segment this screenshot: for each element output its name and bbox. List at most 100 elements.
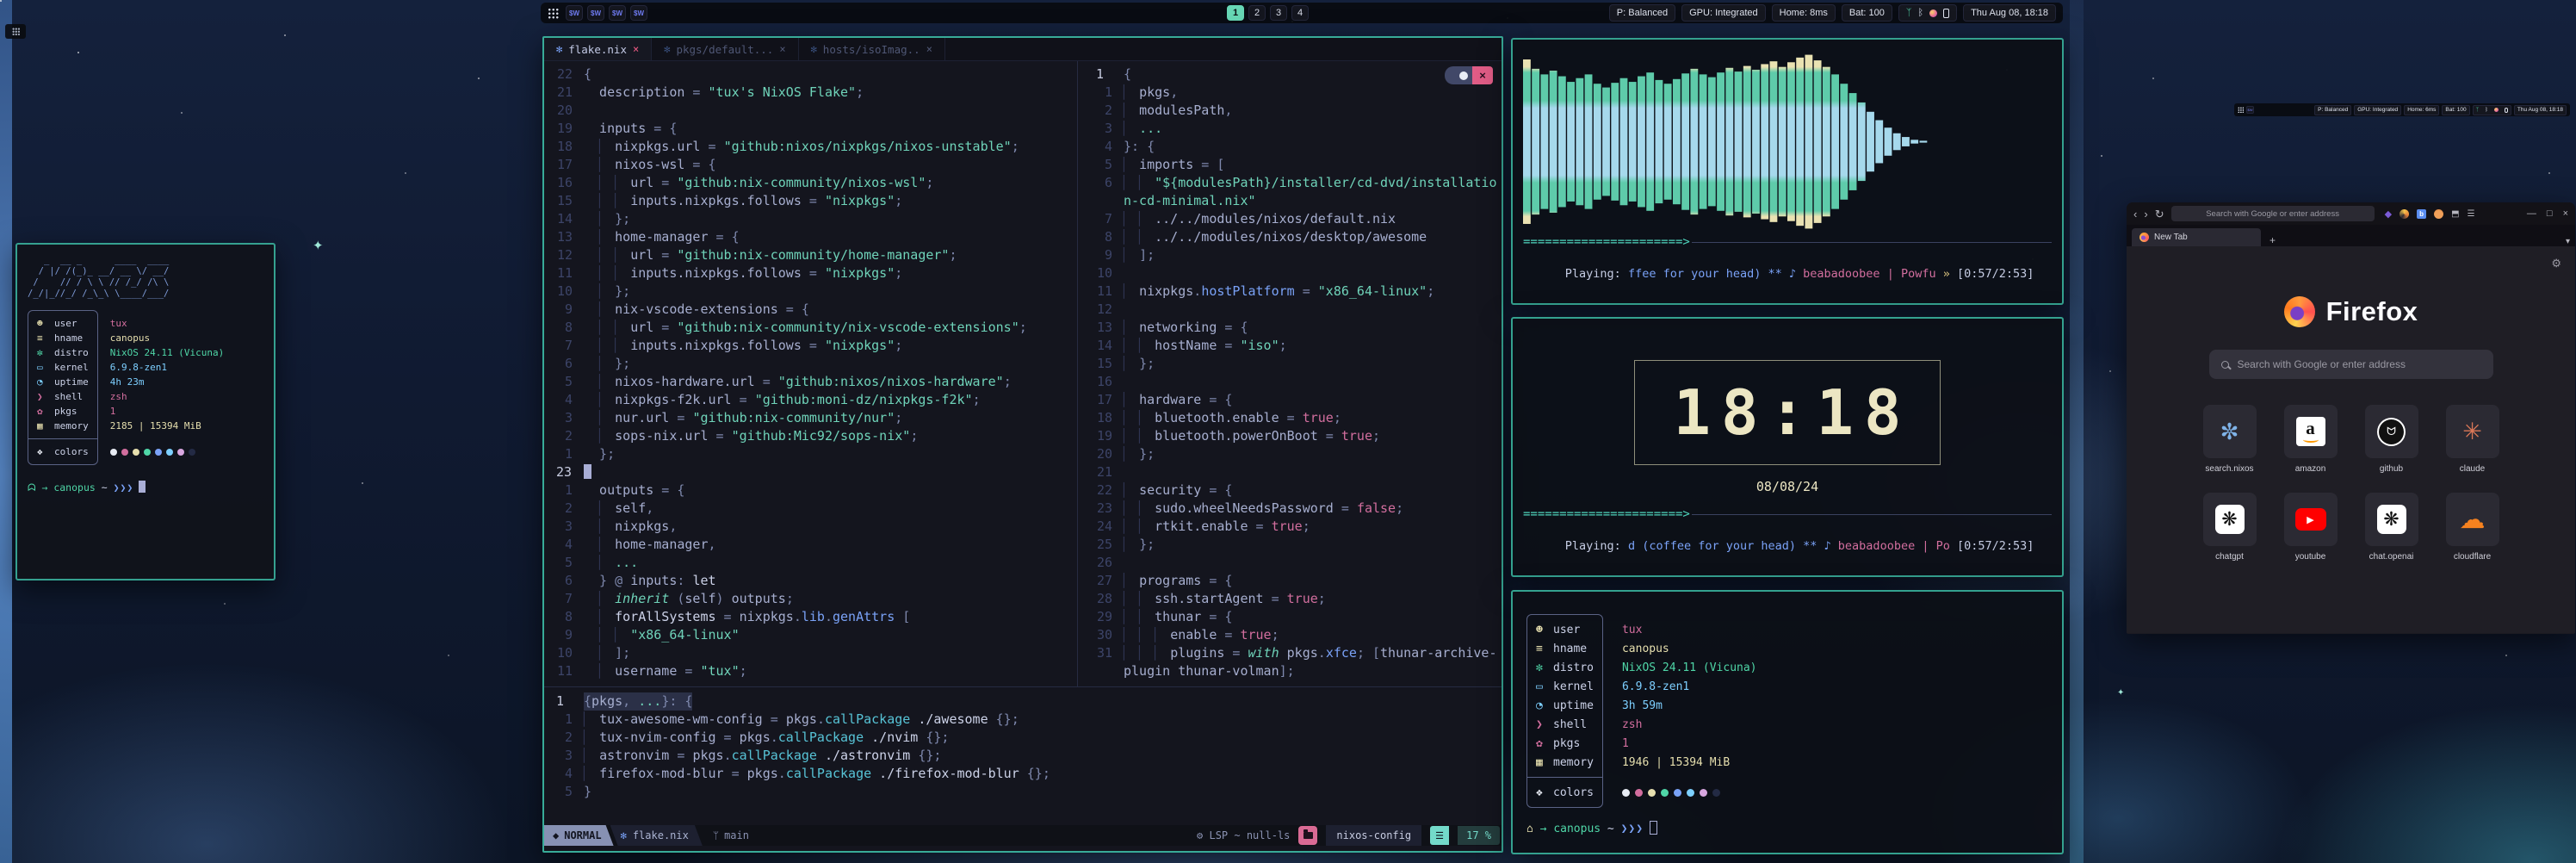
palette-dot bbox=[1712, 789, 1720, 797]
search-bar[interactable]: Search with Google or enter address bbox=[2209, 350, 2493, 379]
shortcut-tile-search.nixos[interactable]: ✼search.nixos bbox=[2203, 405, 2257, 474]
tile-box[interactable]: ✼ bbox=[2203, 405, 2257, 458]
tile-box[interactable]: ❋ bbox=[2203, 493, 2257, 546]
left-terminal-window[interactable]: _ __ _ ____ ____ / |/ /(_)_ __/ __ \/ __… bbox=[15, 243, 276, 581]
tile-label: chatgpt bbox=[2203, 552, 2257, 562]
tabby-cat-icon[interactable] bbox=[2434, 209, 2443, 219]
fastfetch-window[interactable]: ☻user≡hname✼distro▭kernel◔uptime❯shell✿p… bbox=[1511, 590, 2064, 854]
extension-swirl-icon[interactable] bbox=[2400, 209, 2409, 219]
taskbar-window-button[interactable]: $W bbox=[566, 5, 583, 21]
line-number: 12 bbox=[544, 246, 584, 264]
back-button[interactable]: ‹ bbox=[2133, 208, 2137, 220]
tab-new-tab[interactable]: New Tab bbox=[2132, 228, 2261, 246]
music-visualizer-window[interactable]: ======================> Playing: ffee fo… bbox=[1511, 38, 2064, 305]
workspace-button-1[interactable]: 1 bbox=[1227, 5, 1244, 21]
network-icon[interactable]: ᛉ bbox=[1906, 7, 1912, 19]
code-text: { bbox=[1124, 65, 1131, 84]
workspace-button-2[interactable]: 2 bbox=[1248, 5, 1266, 21]
menu-icon[interactable]: ☰ bbox=[2468, 209, 2475, 219]
maximize-button[interactable]: □ bbox=[2547, 208, 2553, 219]
shell-prompt[interactable]: ᗣ → canopus ~ ❯❯❯ bbox=[28, 481, 263, 494]
shortcut-tile-claude[interactable]: ✳claude bbox=[2446, 405, 2499, 474]
shortcut-tile-cloudflare[interactable]: ☁cloudflare bbox=[2446, 493, 2499, 562]
tile-box[interactable]: ❋ bbox=[2365, 493, 2418, 546]
close-tab-icon[interactable]: × bbox=[779, 43, 785, 55]
firefox-window[interactable]: ‹ › ↻ Search with Google or enter addres… bbox=[2127, 202, 2575, 634]
taskbar-window-button[interactable]: $W bbox=[609, 5, 626, 21]
tile-box[interactable]: ✳ bbox=[2446, 405, 2499, 458]
tile-label: amazon bbox=[2284, 464, 2338, 474]
clock-chip[interactable]: Thu Aug 08, 18:18 bbox=[1963, 4, 2056, 22]
extension-gem-icon[interactable]: ◆ bbox=[2385, 208, 2392, 220]
editor-pane-flake[interactable]: 22{21 description = "tux's NixOS Flake";… bbox=[544, 65, 1076, 680]
system-tray[interactable]: ᛉ ᛒ bbox=[1898, 4, 1957, 22]
code-line: 4}: { bbox=[1084, 138, 1502, 156]
shortcut-tile-chatgpt[interactable]: ❋ chatgpt bbox=[2203, 493, 2257, 562]
taskbar-window-button[interactable]: $W bbox=[2246, 106, 2254, 114]
app-grid-icon[interactable] bbox=[548, 8, 559, 19]
code-text: ▏ ▏ sudo.wheelNeedsPassword = false; bbox=[1124, 500, 1403, 518]
bitwarden-icon[interactable]: b bbox=[2417, 209, 2426, 219]
shortcut-tile-chat.openai[interactable]: ❋chat.openai bbox=[2365, 493, 2418, 562]
phone-icon[interactable] bbox=[1943, 9, 1949, 18]
taskbar-window-button[interactable]: $W bbox=[587, 5, 604, 21]
line-number: 8 bbox=[544, 319, 584, 337]
app-grid-icon[interactable] bbox=[2238, 107, 2244, 113]
code-text: ▏ ▏ url = "github:nix-community/nixos-ws… bbox=[584, 174, 933, 192]
tile-box[interactable]: ᗢ bbox=[2365, 405, 2418, 458]
extension-icon[interactable]: ⬒ bbox=[2451, 209, 2459, 219]
shortcut-tile-youtube[interactable]: ▶youtube bbox=[2284, 493, 2338, 562]
gear-icon[interactable]: ⚙ bbox=[2551, 257, 2561, 270]
tile-box[interactable]: ▶ bbox=[2284, 493, 2338, 546]
shell-icon: ❯ bbox=[37, 391, 54, 402]
tab-list-chevron-icon[interactable]: ▾ bbox=[2566, 237, 2570, 246]
reload-button[interactable]: ↻ bbox=[2155, 208, 2164, 220]
clock-window[interactable]: 18:18 08/08/24 ======================> P… bbox=[1511, 317, 2064, 577]
shell-prompt[interactable]: ⌂ → canopus ~ ❯❯❯ bbox=[1526, 821, 2048, 835]
bluetooth-icon[interactable]: ᛒ bbox=[1917, 7, 1923, 19]
editor-tab[interactable]: ✻hosts/isoImag..× bbox=[799, 38, 945, 60]
tile-box[interactable]: a bbox=[2284, 405, 2338, 458]
branch-icon: ᛘ bbox=[713, 829, 719, 841]
amazon-icon: a bbox=[2296, 417, 2325, 446]
pane-separator-vertical[interactable] bbox=[1077, 61, 1078, 687]
clock-time: 18:18 bbox=[1663, 382, 1912, 444]
close-tab-icon[interactable]: × bbox=[633, 43, 639, 55]
code-text: ▏ nixpkgs.url = "github:nixos/nixpkgs/ni… bbox=[584, 138, 1019, 156]
url-bar[interactable]: Search with Google or enter address bbox=[2171, 206, 2375, 221]
line-number: 27 bbox=[1084, 572, 1124, 590]
minimize-button[interactable]: — bbox=[2527, 208, 2536, 219]
colorwheel-icon[interactable] bbox=[1929, 9, 1937, 17]
forward-button[interactable]: › bbox=[2144, 208, 2147, 220]
shortcut-tile-amazon[interactable]: a amazon bbox=[2284, 405, 2338, 474]
fetch-row: ❖colors bbox=[37, 444, 89, 459]
code-line: 18▏ ▏ bluetooth.enable = true; bbox=[1084, 409, 1502, 427]
pane-separator-horizontal[interactable] bbox=[544, 686, 1502, 687]
editor-tab[interactable]: ✻flake.nix× bbox=[544, 38, 652, 60]
code-text: {pkgs, ...}: { bbox=[584, 692, 692, 711]
nix-icon: ✻ bbox=[811, 43, 817, 55]
code-line: 6▏ ▏ "${modulesPath}/installer/cd-dvd/in… bbox=[1084, 174, 1502, 192]
editor-pane-pkgs[interactable]: 1{pkgs, ...}: {1▏ tux-awesome-wm-config … bbox=[544, 692, 1502, 801]
editor-window[interactable]: ✻flake.nix×✻pkgs/default...×✻hosts/isoIm… bbox=[542, 36, 1503, 853]
memory-icon: ▦ bbox=[37, 420, 54, 432]
new-tab-button[interactable]: + bbox=[2269, 234, 2276, 246]
workspace-button-3[interactable]: 3 bbox=[1270, 5, 1287, 21]
workspace-button-4[interactable]: 4 bbox=[1291, 5, 1309, 21]
uptime-icon: ◔ bbox=[37, 376, 54, 388]
code-line: 4▏ firefox-mod-blur = pkgs.callPackage .… bbox=[544, 765, 1502, 783]
fetch-value: canopus bbox=[110, 331, 224, 345]
system-tray[interactable]: ᛉ ᛒ bbox=[2473, 105, 2511, 115]
status-chip: Bat: 100 bbox=[1842, 4, 1892, 22]
close-button[interactable]: × bbox=[2563, 208, 2568, 219]
taskbar-window-button[interactable]: $W bbox=[630, 5, 647, 21]
close-pane-button[interactable]: × bbox=[1472, 66, 1493, 84]
shortcut-tile-github[interactable]: ᗢgithub bbox=[2365, 405, 2418, 474]
fetch-row: ◔uptime bbox=[37, 375, 89, 389]
close-tab-icon[interactable]: × bbox=[926, 43, 932, 55]
tile-box[interactable]: ☁ bbox=[2446, 493, 2499, 546]
editor-pane-iso[interactable]: 1{1▏ pkgs,2▏ modulesPath,3▏ ...4}: {5▏ i… bbox=[1084, 65, 1502, 680]
clock-chip[interactable]: Thu Aug 08, 18:18 bbox=[2514, 105, 2567, 115]
pin-toggle[interactable] bbox=[1445, 66, 1472, 84]
editor-tab[interactable]: ✻pkgs/default...× bbox=[652, 38, 798, 60]
